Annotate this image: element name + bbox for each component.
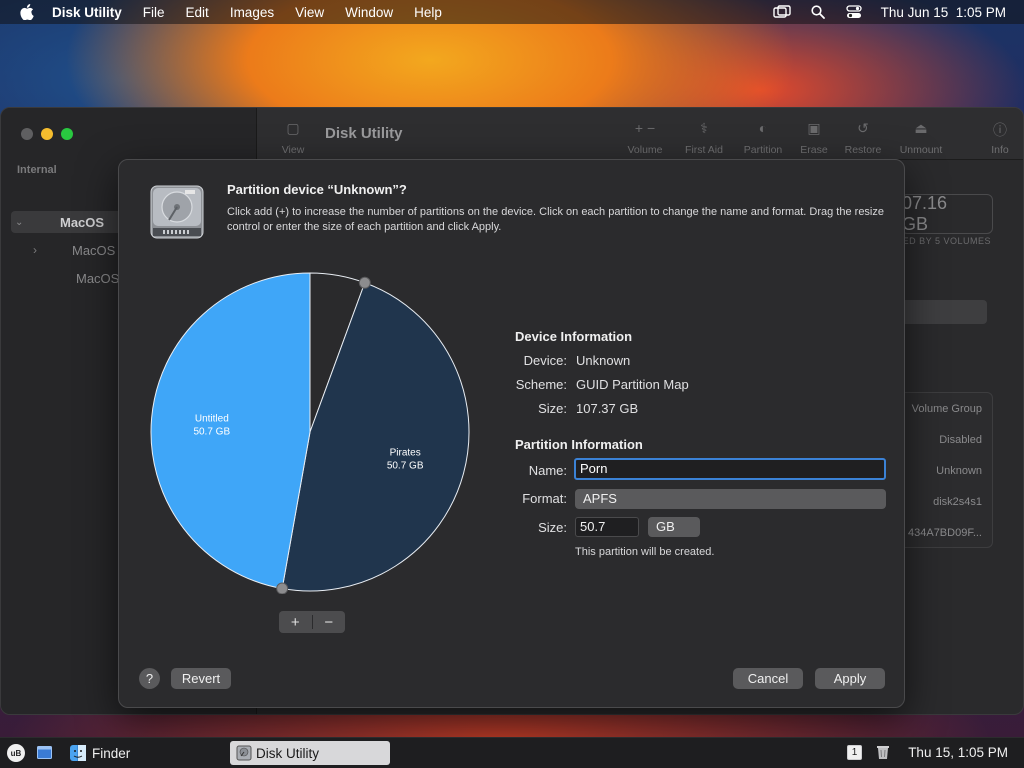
spotlight-search-icon[interactable] bbox=[809, 5, 827, 19]
name-label: Name: bbox=[528, 463, 567, 478]
menu-edit[interactable]: Edit bbox=[186, 5, 209, 20]
resize-handle[interactable] bbox=[358, 276, 371, 289]
show-desktop-icon[interactable] bbox=[37, 746, 52, 759]
unmount-button[interactable]: Unmount bbox=[891, 144, 951, 156]
info-value: Unknown bbox=[936, 465, 982, 477]
apply-button[interactable]: Apply bbox=[815, 668, 885, 689]
partition-size-field[interactable]: 50.7 bbox=[575, 517, 639, 537]
device-size-value: 107.37 GB bbox=[576, 401, 639, 416]
partition-format-select[interactable]: APFS bbox=[575, 489, 886, 509]
partition-name-field[interactable]: Porn bbox=[574, 458, 886, 480]
notification-badge[interactable]: 1 bbox=[847, 745, 862, 760]
menu-window[interactable]: Window bbox=[345, 5, 393, 20]
volume-button[interactable]: Volume bbox=[615, 144, 675, 156]
sidebar-item-label: MacOS bbox=[76, 270, 120, 286]
menu-file[interactable]: File bbox=[143, 5, 165, 20]
format-label: Format: bbox=[522, 491, 567, 506]
sidebar-section-internal: Internal bbox=[17, 164, 57, 176]
restore-icon[interactable]: ↺ bbox=[833, 120, 893, 137]
view-button[interactable]: View bbox=[263, 144, 323, 156]
restore-button[interactable]: Restore bbox=[833, 144, 893, 156]
usage-bar bbox=[901, 300, 987, 324]
sidebar-toggle-icon[interactable]: ▢ bbox=[263, 120, 323, 137]
help-button[interactable]: ? bbox=[139, 668, 160, 689]
info-button[interactable]: Info bbox=[970, 144, 1023, 156]
resize-handle[interactable] bbox=[276, 582, 289, 595]
scheme-label: Scheme: bbox=[515, 377, 567, 392]
menu-images[interactable]: Images bbox=[230, 5, 274, 20]
first-aid-button[interactable]: First Aid bbox=[674, 144, 734, 156]
taskbar: uB Finder Disk Utility 1 Thu 15, 1:05 PM bbox=[0, 737, 1024, 768]
close-window-button[interactable] bbox=[21, 128, 33, 140]
add-partition-button[interactable]: + bbox=[279, 611, 312, 633]
sidebar-item-label: MacOS bbox=[60, 214, 105, 230]
chevron-down-icon[interactable]: ⌄ bbox=[15, 217, 29, 228]
volume-info-panel: Volume Group Disabled Unknown disk2s4s1 … bbox=[899, 392, 993, 548]
pie-slice-size-label: 50.7 GB bbox=[193, 426, 230, 437]
disk-utility-icon bbox=[236, 745, 252, 761]
chevron-right-icon[interactable]: › bbox=[33, 243, 37, 257]
info-value: Volume Group bbox=[911, 403, 982, 415]
first-aid-icon[interactable]: ⚕ bbox=[674, 120, 734, 137]
taskbar-clock[interactable]: Thu 15, 1:05 PM bbox=[908, 745, 1008, 760]
partition-pie-svg[interactable]: Pirates 50.7 GB Untitled 50.7 GB bbox=[149, 270, 473, 595]
hard-drive-icon bbox=[149, 182, 205, 240]
partition-info-heading: Partition Information bbox=[515, 437, 643, 452]
pie-slice-untitled[interactable] bbox=[150, 272, 311, 590]
info-icon[interactable]: ⓘ bbox=[970, 120, 1023, 140]
pie-slice-name-label: Pirates bbox=[390, 448, 421, 459]
apple-menu-icon[interactable] bbox=[18, 4, 36, 20]
menu-app-name[interactable]: Disk Utility bbox=[52, 5, 122, 20]
info-value: Disabled bbox=[939, 434, 982, 446]
device-size-label: Size: bbox=[538, 401, 567, 416]
menu-view[interactable]: View bbox=[295, 5, 324, 20]
taskbar-item-disk-utility[interactable]: Disk Utility bbox=[230, 741, 390, 765]
sidebar-item-label: MacOS bbox=[72, 242, 116, 258]
control-center-icon[interactable] bbox=[845, 5, 863, 19]
menu-help[interactable]: Help bbox=[414, 5, 442, 20]
revert-button[interactable]: Revert bbox=[171, 668, 231, 689]
size-unit-select[interactable]: GB bbox=[648, 517, 700, 537]
capacity-display: 07.16 GB bbox=[901, 193, 993, 234]
pie-slice-name-label: Untitled bbox=[195, 413, 229, 424]
partition-sheet: Partition device “Unknown”? Click add (+… bbox=[118, 159, 905, 708]
pie-slice-size-label: 50.7 GB bbox=[387, 461, 424, 472]
minimize-window-button[interactable] bbox=[41, 128, 53, 140]
info-value: disk2s4s1 bbox=[933, 496, 982, 508]
toolbar: ▢ View Disk Utility + − Volume ⚕ First A… bbox=[257, 108, 1023, 160]
device-label: Device: bbox=[523, 353, 567, 368]
device-value: Unknown bbox=[576, 353, 631, 368]
menu-bar: Disk Utility File Edit Images View Windo… bbox=[0, 0, 1024, 24]
partition-pie[interactable]: Pirates 50.7 GB Untitled 50.7 GB bbox=[149, 270, 473, 595]
taskbar-item-finder[interactable]: Finder bbox=[64, 741, 224, 765]
taskbar-item-label: Disk Utility bbox=[256, 745, 319, 761]
sheet-description: Click add (+) to increase the number of … bbox=[227, 206, 884, 233]
screen-mirroring-icon[interactable] bbox=[772, 5, 791, 19]
sheet-title: Partition device “Unknown”? bbox=[227, 182, 407, 197]
info-value: 434A7BD09F... bbox=[908, 527, 982, 539]
finder-icon bbox=[70, 745, 86, 761]
unmount-icon[interactable]: ⏏ bbox=[891, 120, 951, 137]
add-remove-partition-control: + − bbox=[279, 611, 345, 633]
start-menu-icon[interactable]: uB bbox=[7, 744, 25, 762]
remove-partition-button[interactable]: − bbox=[313, 611, 346, 633]
menubar-clock[interactable]: Thu Jun 15 1:05 PM bbox=[881, 5, 1006, 20]
window-title: Disk Utility bbox=[325, 125, 403, 142]
partition-status-note: This partition will be created. bbox=[575, 546, 715, 558]
cancel-button[interactable]: Cancel bbox=[733, 668, 803, 689]
device-info-heading: Device Information bbox=[515, 329, 633, 344]
scheme-value: GUID Partition Map bbox=[576, 377, 689, 392]
partition-size-label: Size: bbox=[538, 520, 567, 535]
trash-icon[interactable] bbox=[876, 744, 890, 760]
shared-volumes-note: ED BY 5 VOLUMES bbox=[902, 236, 991, 246]
taskbar-item-label: Finder bbox=[92, 745, 131, 761]
add-remove-volume-icon[interactable]: + − bbox=[615, 120, 675, 136]
zoom-window-button[interactable] bbox=[61, 128, 73, 140]
